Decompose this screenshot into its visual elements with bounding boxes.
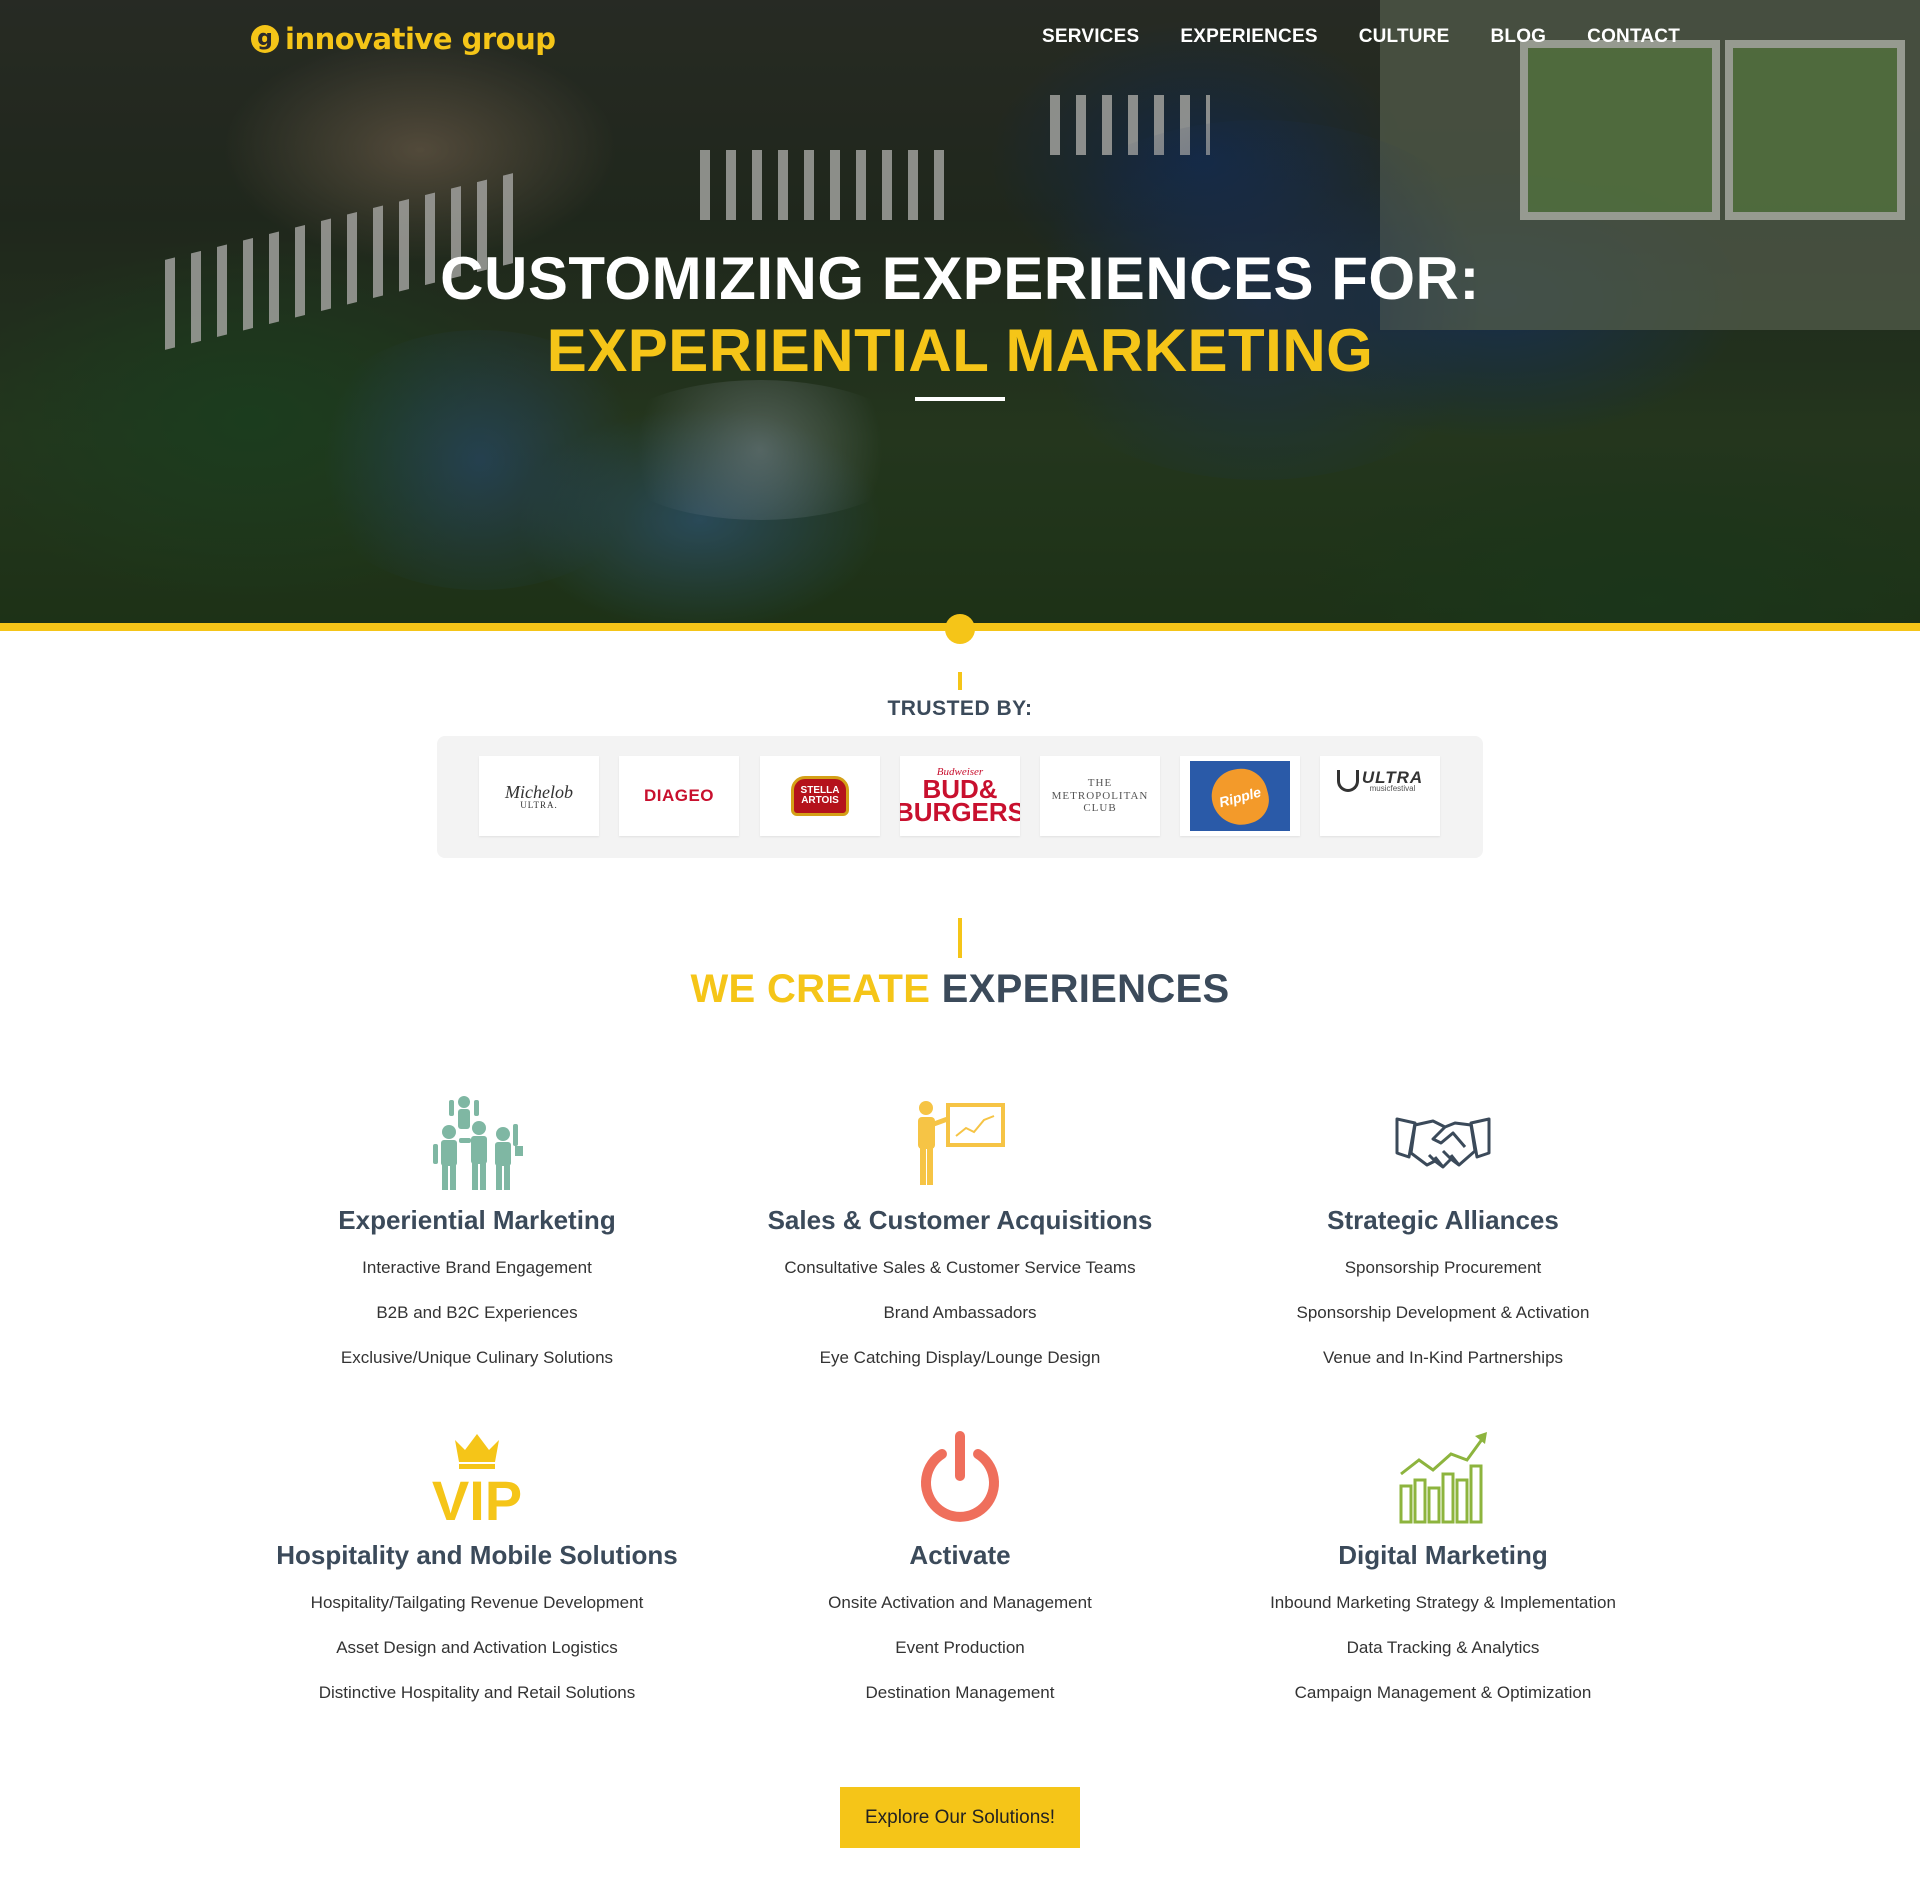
- service-card-activate: Activate Onsite Activation and Managemen…: [719, 1428, 1201, 1703]
- crowd-people-icon: [236, 1093, 718, 1193]
- site-logo[interactable]: g innovative group: [251, 20, 556, 58]
- bud-line2: BURGERS: [900, 796, 1020, 827]
- client-logo-diageo[interactable]: DIAGEO: [619, 756, 739, 836]
- nav-contact[interactable]: CONTACT: [1587, 26, 1680, 48]
- accent-tick: [958, 672, 962, 690]
- service-card-alliances: Strategic Alliances Sponsorship Procurem…: [1202, 1093, 1684, 1368]
- stella-badge: STELLA ARTOIS: [791, 776, 849, 816]
- service-title: Activate: [909, 1540, 1011, 1570]
- client-logo-carousel: Michelob ULTRA. DIAGEO STELLA ARTOIS Bud…: [437, 736, 1483, 858]
- ripple-artwork: Ripple: [1190, 761, 1290, 832]
- nav-culture[interactable]: CULTURE: [1359, 26, 1450, 48]
- michelob-wordmark: Michelob: [505, 781, 573, 802]
- main-nav: SERVICES EXPERIENCES CULTURE BLOG CONTAC…: [1042, 26, 1680, 48]
- experiences-heading-main: EXPERIENCES: [941, 967, 1230, 1011]
- vip-text: VIP: [432, 1469, 522, 1524]
- service-item: Campaign Management & Optimization: [1294, 1683, 1592, 1702]
- metro-line3: CLUB: [1083, 802, 1117, 815]
- client-logo-michelob-ultra[interactable]: Michelob ULTRA.: [479, 756, 599, 836]
- client-logo-ripple[interactable]: Ripple: [1180, 756, 1300, 836]
- michelob-sub: ULTRA.: [520, 799, 558, 810]
- accent-tick: [958, 918, 962, 958]
- service-item: Interactive Brand Engagement: [362, 1258, 592, 1277]
- service-item: Sponsorship Development & Activation: [1296, 1303, 1590, 1322]
- service-item: Data Tracking & Analytics: [1346, 1638, 1540, 1657]
- ultra-u-icon: [1336, 770, 1359, 793]
- logo-text: innovative group: [285, 22, 556, 56]
- nav-experiences[interactable]: EXPERIENCES: [1180, 26, 1317, 48]
- service-card-experiential: Experiential Marketing Interactive Brand…: [236, 1093, 718, 1368]
- service-card-sales: Sales & Customer Acquisitions Consultati…: [719, 1093, 1201, 1368]
- nav-services[interactable]: SERVICES: [1042, 26, 1139, 48]
- experiences-heading: WE CREATE EXPERIENCES: [0, 967, 1920, 1012]
- client-logo-ultra[interactable]: ULTRA musicfestival: [1320, 756, 1440, 836]
- stella-line2: ARTOIS: [801, 795, 839, 806]
- logo-mark: g: [251, 25, 279, 53]
- ripple-wordmark: Ripple: [1205, 762, 1275, 832]
- presentation-icon: [719, 1093, 1201, 1193]
- ultra-wordmark: ULTRA musicfestival: [1362, 769, 1423, 794]
- hero-title: CUSTOMIZING EXPERIENCES FOR:: [440, 245, 1480, 312]
- client-logo-bud-and-burgers[interactable]: Budweiser BUD& BURGERS: [900, 756, 1020, 836]
- handshake-icon: [1202, 1093, 1684, 1193]
- metro-line1: THE: [1087, 777, 1113, 790]
- power-icon: [719, 1428, 1201, 1528]
- experiences-heading-accent: WE CREATE: [690, 967, 931, 1011]
- vip-crown-icon: VIP: [236, 1428, 718, 1528]
- service-title: Hospitality and Mobile Solutions: [276, 1540, 678, 1570]
- service-item: Inbound Marketing Strategy & Implementat…: [1270, 1593, 1616, 1612]
- ultra-sub: musicfestival: [1369, 784, 1416, 794]
- client-logo-stella-artois[interactable]: STELLA ARTOIS: [760, 756, 880, 836]
- service-item: Consultative Sales & Customer Service Te…: [784, 1258, 1136, 1277]
- service-title: Digital Marketing: [1338, 1540, 1548, 1570]
- hero-subtitle: EXPERIENTIAL MARKETING: [546, 317, 1374, 384]
- trusted-by-heading: TRUSTED BY:: [887, 697, 1033, 720]
- nav-blog[interactable]: BLOG: [1490, 26, 1546, 48]
- service-title: Strategic Alliances: [1327, 1205, 1559, 1235]
- service-item: Onsite Activation and Management: [828, 1593, 1092, 1612]
- metro-line2: METROPOLITAN: [1051, 789, 1149, 802]
- service-title: Experiential Marketing: [338, 1205, 616, 1235]
- service-item: Hospitality/Tailgating Revenue Developme…: [310, 1593, 644, 1612]
- client-logo-metropolitan-club[interactable]: THE METROPOLITAN CLUB: [1040, 756, 1160, 836]
- service-card-hospitality: VIP Hospitality and Mobile Solutions Hos…: [236, 1428, 718, 1703]
- service-item: Asset Design and Activation Logistics: [336, 1638, 618, 1657]
- hero-divider: [915, 397, 1005, 401]
- service-item: Brand Ambassadors: [883, 1303, 1037, 1322]
- ultra-lockup: ULTRA musicfestival: [1336, 769, 1423, 794]
- hero-banner: g innovative group SERVICES EXPERIENCES …: [0, 0, 1920, 623]
- service-item: Venue and In-Kind Partnerships: [1322, 1348, 1564, 1367]
- service-item: Exclusive/Unique Culinary Solutions: [340, 1348, 614, 1367]
- diageo-wordmark: DIAGEO: [643, 786, 715, 805]
- service-item: Event Production: [895, 1638, 1025, 1657]
- growth-chart-icon: [1202, 1428, 1684, 1528]
- service-item: Destination Management: [865, 1683, 1055, 1702]
- service-title: Sales & Customer Acquisitions: [767, 1205, 1153, 1235]
- service-item: Distinctive Hospitality and Retail Solut…: [318, 1683, 636, 1702]
- service-item: B2B and B2C Experiences: [376, 1303, 578, 1322]
- service-card-digital: Digital Marketing Inbound Marketing Stra…: [1202, 1428, 1684, 1703]
- section-divider-dot: [945, 614, 975, 644]
- service-item: Eye Catching Display/Lounge Design: [819, 1348, 1101, 1367]
- explore-solutions-button[interactable]: Explore Our Solutions!: [840, 1787, 1080, 1848]
- service-item: Sponsorship Procurement: [1344, 1258, 1542, 1277]
